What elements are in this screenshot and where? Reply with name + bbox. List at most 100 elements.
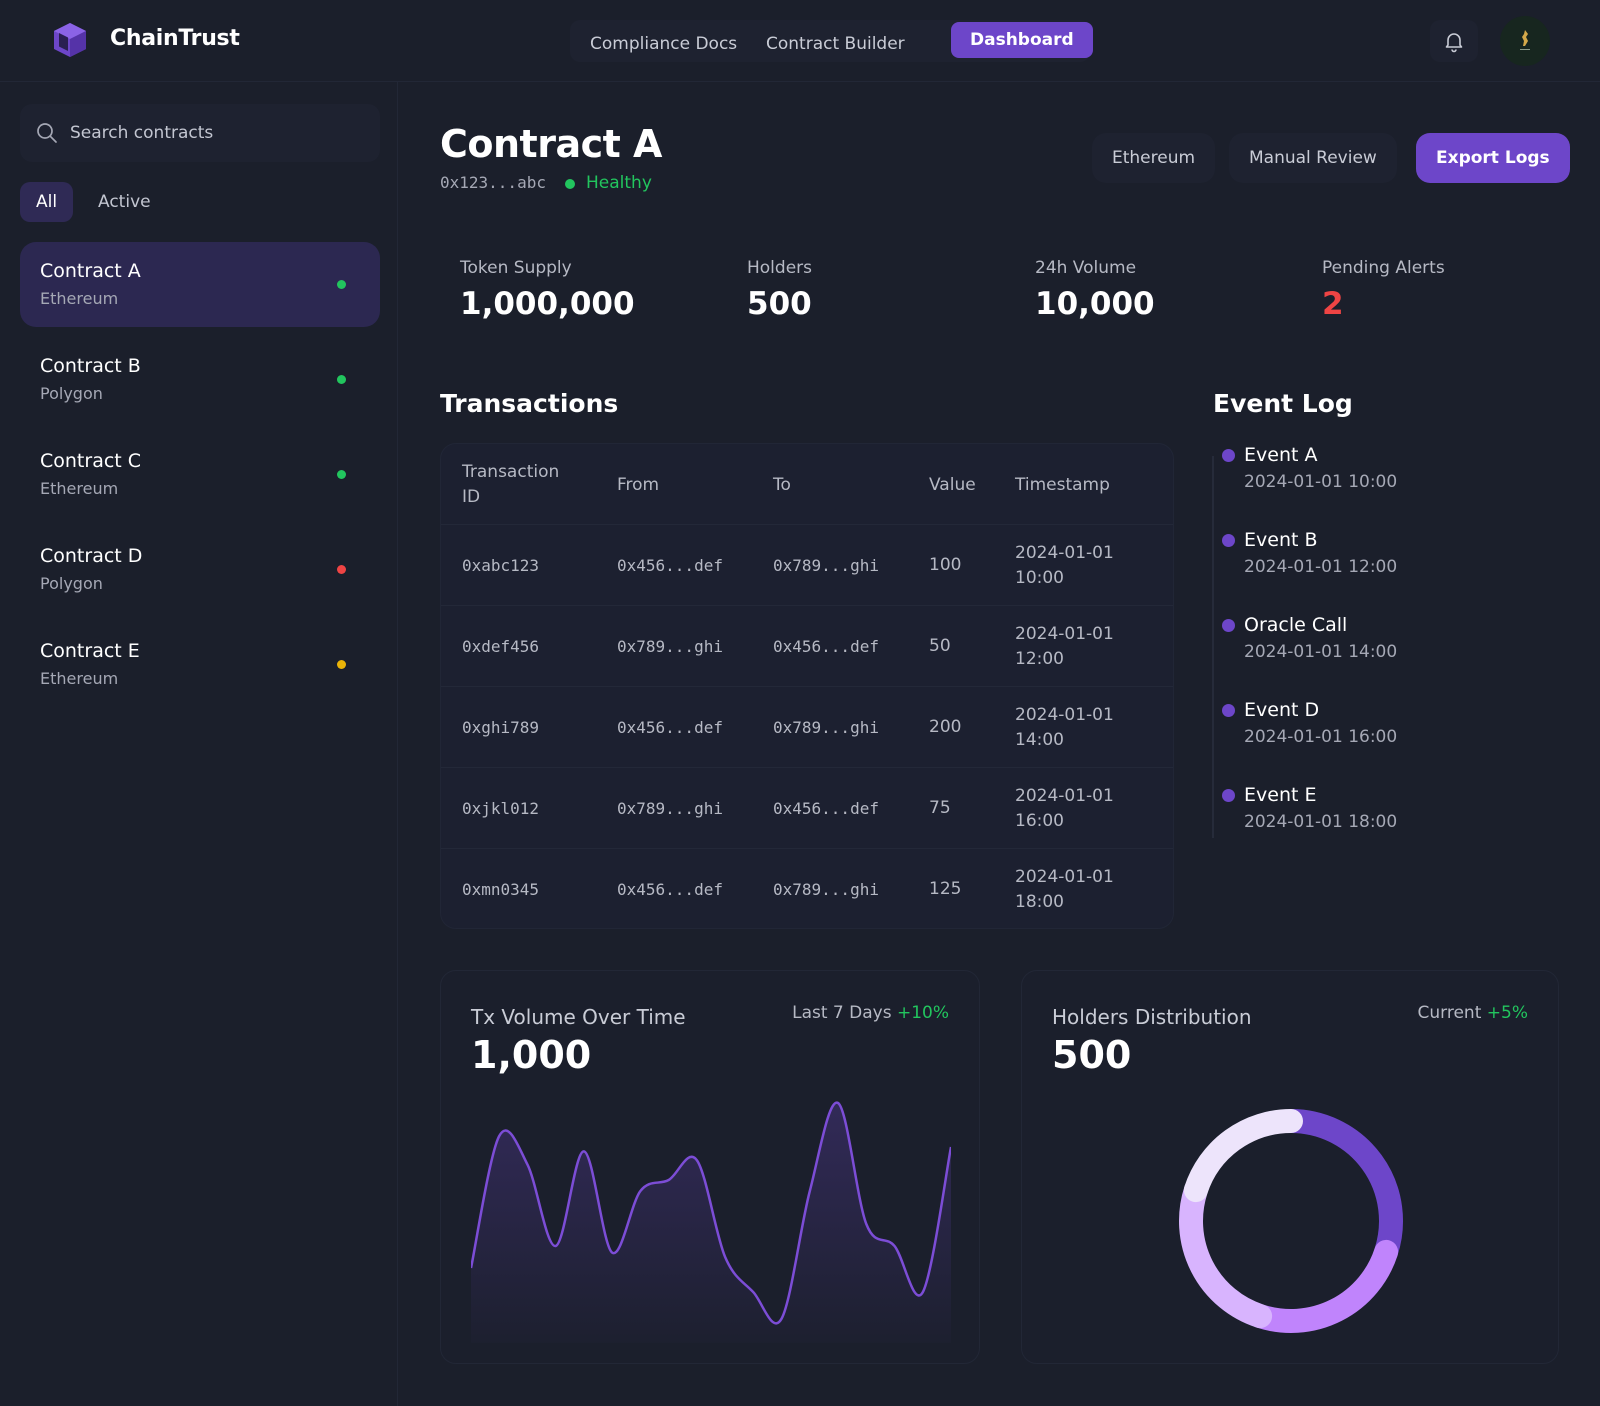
- event-name: Event D: [1244, 699, 1320, 721]
- cell-time: 18:00: [1015, 892, 1064, 912]
- donut-slice: [1279, 1109, 1403, 1264]
- timeline-line: [1212, 456, 1214, 838]
- cell-value: 50: [929, 636, 951, 656]
- cell-date: 2024-01-01: [1015, 867, 1114, 887]
- event-time: 2024-01-01 16:00: [1244, 727, 1398, 747]
- manual-review-button[interactable]: Manual Review: [1229, 133, 1397, 183]
- cell-time: 12:00: [1015, 649, 1064, 669]
- avatar-emblem-icon: [1520, 30, 1530, 50]
- table-row[interactable]: 0xdef456 0x789...ghi 0x456...def 50 2024…: [441, 605, 1173, 686]
- contract-list-item[interactable]: Contract E Ethereum: [20, 622, 380, 707]
- stat-value-holders: 500: [747, 286, 812, 322]
- transactions-table: Transaction ID From To Value Timestamp 0…: [440, 443, 1174, 929]
- contract-name: Contract A: [40, 260, 141, 282]
- search-input[interactable]: [70, 104, 370, 162]
- cell-from: 0x789...ghi: [617, 637, 723, 656]
- filter-active[interactable]: Active: [82, 182, 167, 222]
- cube-logo-icon: [54, 23, 86, 57]
- contract-address: 0x123...abc: [440, 173, 546, 192]
- stat-value-volume: 10,000: [1035, 286, 1155, 322]
- status-dot: [337, 280, 346, 289]
- cell-to: 0x789...ghi: [773, 718, 879, 737]
- main-nav: Compliance Docs Contract Builder Dashboa…: [570, 20, 1093, 62]
- cell-date: 2024-01-01: [1015, 543, 1114, 563]
- event-dot: [1222, 449, 1235, 462]
- cell-value: 100: [929, 555, 962, 575]
- event-name: Event B: [1244, 529, 1318, 551]
- contract-list-item[interactable]: Contract C Ethereum: [20, 432, 380, 517]
- card-period: Current: [1417, 1003, 1482, 1023]
- status-dot: [337, 375, 346, 384]
- card-meta: Last 7 Days +10%: [792, 1003, 949, 1023]
- status-dot: [337, 660, 346, 669]
- user-avatar[interactable]: [1500, 16, 1550, 66]
- cell-to: 0x456...def: [773, 637, 879, 656]
- contract-chain: Polygon: [40, 574, 103, 593]
- tx-volume-card: Tx Volume Over Time 1,000 Last 7 Days +1…: [440, 970, 980, 1364]
- contract-list-item[interactable]: Contract A Ethereum: [20, 242, 380, 327]
- cell-value: 200: [929, 717, 962, 737]
- search-box[interactable]: [20, 104, 380, 162]
- card-period: Last 7 Days: [792, 1003, 892, 1023]
- contract-chain: Ethereum: [40, 289, 119, 308]
- notifications-button[interactable]: [1430, 20, 1478, 62]
- event-time: 2024-01-01 14:00: [1244, 642, 1398, 662]
- transactions-title: Transactions: [440, 389, 619, 418]
- stat-value-pending-alerts: 2: [1322, 286, 1344, 322]
- holders-donut-chart: [1179, 1109, 1403, 1333]
- network-button[interactable]: Ethereum: [1092, 133, 1216, 183]
- page-title: Contract A: [440, 122, 662, 166]
- brand-name: ChainTrust: [110, 26, 240, 51]
- cell-to: 0x789...ghi: [773, 556, 879, 575]
- filter-all[interactable]: All: [20, 182, 74, 222]
- health-dot: [565, 179, 575, 189]
- event-dot: [1222, 619, 1235, 632]
- donut-slice: [1248, 1239, 1399, 1333]
- status-dot: [337, 565, 346, 574]
- card-delta: +5%: [1486, 1003, 1528, 1023]
- cell-to: 0x789...ghi: [773, 880, 879, 899]
- contract-name: Contract C: [40, 450, 142, 472]
- contract-chain: Polygon: [40, 384, 103, 403]
- nav-dashboard[interactable]: Dashboard: [951, 22, 1093, 58]
- cell-transaction-id: 0xabc123: [462, 556, 540, 575]
- cell-from: 0x456...def: [617, 556, 723, 575]
- nav-compliance-docs[interactable]: Compliance Docs: [571, 26, 756, 62]
- contract-list-item[interactable]: Contract B Polygon: [20, 337, 380, 422]
- contract-list-item[interactable]: Contract D Polygon: [20, 527, 380, 612]
- sidebar: All Active Contract A Ethereum Contract …: [0, 82, 398, 1406]
- table-row[interactable]: 0xmn0345 0x456...def 0x789...ghi 125 202…: [441, 848, 1173, 928]
- cell-date: 2024-01-01: [1015, 786, 1114, 806]
- column-header-value: Value: [929, 475, 976, 495]
- event-name: Event E: [1244, 784, 1317, 806]
- event-log-title: Event Log: [1213, 389, 1353, 418]
- cell-to: 0x456...def: [773, 799, 879, 818]
- contract-name: Contract D: [40, 545, 143, 567]
- export-logs-button[interactable]: Export Logs: [1416, 133, 1570, 183]
- event-time: 2024-01-01 18:00: [1244, 812, 1398, 832]
- donut-slice: [1179, 1178, 1273, 1329]
- event-name: Oracle Call: [1244, 614, 1348, 636]
- cell-transaction-id: 0xmn0345: [462, 880, 540, 899]
- table-row[interactable]: 0xghi789 0x456...def 0x789...ghi 200 202…: [441, 686, 1173, 767]
- card-title: Holders Distribution: [1052, 1005, 1252, 1029]
- column-header-transaction-id: Transaction ID: [462, 462, 560, 507]
- stat-label-pending-alerts: Pending Alerts: [1322, 258, 1445, 278]
- cell-from: 0x456...def: [617, 880, 723, 899]
- table-row[interactable]: 0xjkl012 0x789...ghi 0x456...def 75 2024…: [441, 767, 1173, 848]
- bell-icon: [1445, 33, 1463, 53]
- event-dot: [1222, 789, 1235, 802]
- card-value: 500: [1052, 1033, 1132, 1077]
- tx-volume-chart: [471, 1101, 951, 1343]
- contract-chain: Ethereum: [40, 669, 119, 688]
- cell-date: 2024-01-01: [1015, 624, 1114, 644]
- table-row[interactable]: 0xabc123 0x456...def 0x789...ghi 100 202…: [441, 524, 1173, 605]
- nav-contract-builder[interactable]: Contract Builder: [747, 26, 924, 62]
- cell-time: 16:00: [1015, 811, 1064, 831]
- cell-transaction-id: 0xjkl012: [462, 799, 540, 818]
- cell-time: 14:00: [1015, 730, 1064, 750]
- cell-from: 0x789...ghi: [617, 799, 723, 818]
- top-bar: ChainTrust Compliance Docs Contract Buil…: [0, 0, 1600, 82]
- stat-label-holders: Holders: [747, 258, 813, 278]
- holders-card: Holders Distribution 500 Current +5%: [1021, 970, 1559, 1364]
